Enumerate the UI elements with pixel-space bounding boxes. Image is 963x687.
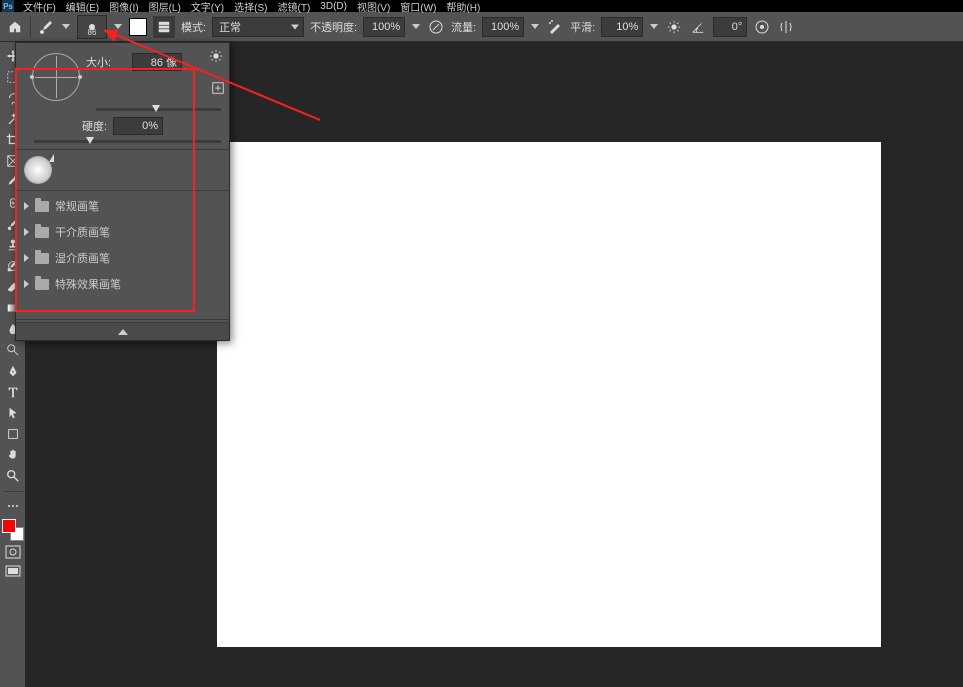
- foreground-background-colors[interactable]: [2, 519, 24, 541]
- menu-image[interactable]: 图像(I): [104, 0, 143, 14]
- tool-type[interactable]: [2, 382, 24, 402]
- brush-folder-0[interactable]: 常规画笔: [16, 193, 229, 219]
- brush-tool-icon: [37, 18, 55, 36]
- folder-icon: [35, 227, 49, 238]
- hardness-slider[interactable]: [34, 140, 221, 143]
- canvas[interactable]: [217, 142, 881, 647]
- smoothing-dropdown[interactable]: [649, 18, 659, 36]
- mode-value: 正常: [219, 19, 241, 35]
- pressure-opacity-icon[interactable]: [427, 18, 445, 36]
- menu-filter[interactable]: 滤镜(T): [273, 0, 316, 14]
- angle-input[interactable]: 0°: [713, 17, 747, 37]
- folder-icon: [35, 253, 49, 264]
- tool-hand[interactable]: [2, 445, 24, 465]
- brush-folder-2[interactable]: 湿介质画笔: [16, 245, 229, 271]
- options-bar: 86 模式: 正常 不透明度: 100% 流量: 100% 平滑: 10% 0°: [0, 12, 963, 42]
- menu-file[interactable]: 文件(F): [18, 0, 61, 14]
- brush-settings-panel-icon[interactable]: [153, 16, 175, 38]
- menu-select[interactable]: 选择(S): [229, 0, 272, 14]
- brush-folder-label: 常规画笔: [55, 198, 99, 214]
- smoothing-options-icon[interactable]: [665, 18, 683, 36]
- brush-folder-label: 特殊效果画笔: [55, 276, 121, 292]
- pressure-size-icon[interactable]: [753, 18, 771, 36]
- flow-label: 流量:: [451, 19, 476, 35]
- folder-icon: [35, 279, 49, 290]
- airbrush-icon[interactable]: [546, 18, 564, 36]
- brush-preset-picker[interactable]: 86: [77, 15, 107, 39]
- menu-layer[interactable]: 图层(L): [144, 0, 186, 14]
- brush-folder-label: 湿介质画笔: [55, 250, 110, 266]
- brush-thumbnail-row: [16, 152, 229, 188]
- menu-type[interactable]: 文字(Y): [186, 0, 229, 14]
- smoothing-input[interactable]: 10%: [601, 17, 643, 37]
- menu-view[interactable]: 视图(V): [352, 0, 395, 14]
- tool-pen[interactable]: [2, 361, 24, 381]
- flow-dropdown[interactable]: [530, 18, 540, 36]
- new-preset-icon[interactable]: [211, 81, 225, 95]
- tool-path-select[interactable]: [2, 403, 24, 423]
- color-swatch[interactable]: [129, 18, 147, 36]
- quickmask-icon[interactable]: [2, 543, 24, 561]
- opacity-input[interactable]: 100%: [363, 17, 405, 37]
- tool-more[interactable]: [2, 496, 24, 516]
- brush-preset-dropdown[interactable]: [113, 18, 123, 36]
- chevron-right-icon: [24, 202, 29, 210]
- current-brush-thumbnail[interactable]: [24, 156, 52, 184]
- menu-edit[interactable]: 编辑(E): [61, 0, 104, 14]
- app-icon: Ps: [2, 0, 14, 12]
- menu-window[interactable]: 窗口(W): [395, 0, 441, 14]
- brush-folder-label: 干介质画笔: [55, 224, 110, 240]
- menu-3d[interactable]: 3D(D): [315, 1, 352, 12]
- chevron-right-icon: [24, 254, 29, 262]
- tool-zoom[interactable]: [2, 466, 24, 486]
- opacity-dropdown[interactable]: [411, 18, 421, 36]
- mode-select[interactable]: 正常: [212, 17, 304, 37]
- size-label: 大小:: [86, 54, 126, 70]
- brush-folder-3[interactable]: 特殊效果画笔: [16, 271, 229, 297]
- gear-icon[interactable]: [209, 49, 223, 63]
- angle-icon: [689, 18, 707, 36]
- screenmode-icon[interactable]: [2, 563, 24, 581]
- tool-shape[interactable]: [2, 424, 24, 444]
- brush-folder-1[interactable]: 干介质画笔: [16, 219, 229, 245]
- opacity-label: 不透明度:: [310, 19, 357, 35]
- brush-angle-control[interactable]: [32, 53, 80, 101]
- menu-bar: Ps 文件(F) 编辑(E) 图像(I) 图层(L) 文字(Y) 选择(S) 滤…: [0, 0, 963, 12]
- brush-tool-dropdown[interactable]: [61, 18, 71, 36]
- smoothing-label: 平滑:: [570, 19, 595, 35]
- toolbox-separator: [3, 491, 23, 492]
- menu-help[interactable]: 帮助(H): [441, 0, 485, 14]
- tool-dodge[interactable]: [2, 340, 24, 360]
- home-icon[interactable]: [6, 18, 24, 36]
- foreground-color[interactable]: [2, 519, 16, 533]
- chevron-right-icon: [24, 280, 29, 288]
- folder-icon: [35, 201, 49, 212]
- symmetry-icon[interactable]: [777, 18, 795, 36]
- size-input[interactable]: [132, 53, 182, 71]
- flow-input[interactable]: 100%: [482, 17, 524, 37]
- popup-resize-handle[interactable]: [16, 322, 229, 340]
- hardness-label: 硬度:: [82, 118, 107, 134]
- hardness-input[interactable]: [113, 117, 163, 135]
- chevron-right-icon: [24, 228, 29, 236]
- brush-preset-popup: 大小: 硬度: 常规画笔 干介质画笔 湿介质画笔 特殊效果: [15, 42, 230, 341]
- size-slider[interactable]: [96, 108, 221, 111]
- mode-label: 模式:: [181, 19, 206, 35]
